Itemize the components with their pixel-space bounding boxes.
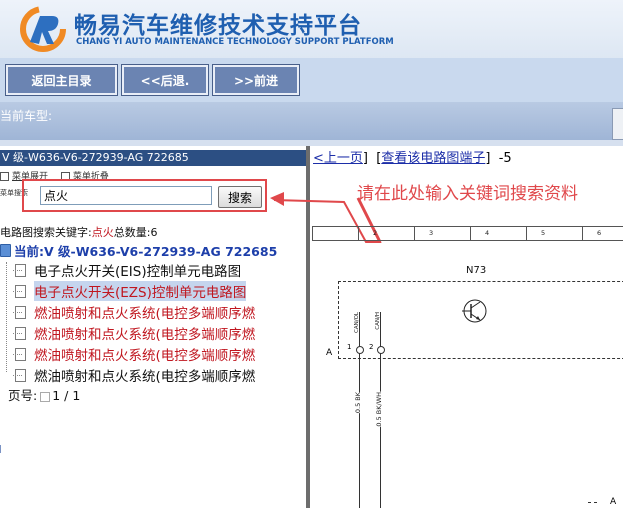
vehicle-select[interactable] — [612, 108, 623, 140]
vehicle-label: 当前车型: — [0, 109, 53, 123]
pin1-number: 1 — [347, 343, 352, 351]
component-label: N73 — [466, 265, 487, 276]
annotation-text: 请在此处输入关键词搜索资料 — [357, 184, 578, 204]
app-title: 畅易汽车维修技术支持平台 — [74, 13, 362, 39]
ruler-tick — [312, 227, 327, 240]
tree-item[interactable]: 燃油喷射和点火系统(电控多端顺序燃 — [12, 365, 304, 385]
wire1-label: 0.5 BK — [354, 392, 362, 414]
search-highlight-box — [22, 179, 267, 212]
pin2-number: 2 — [369, 343, 374, 351]
search-result-summary: 电路图搜索关键字:点火总数量:6 — [0, 224, 157, 240]
transistor-icon — [462, 299, 487, 323]
forward-button[interactable]: >>前进 — [212, 64, 300, 96]
pager-value: 1 / 1 — [52, 388, 81, 403]
terminal-link[interactable]: 查看该电路图端子 — [381, 151, 485, 166]
tree-item[interactable]: 燃油喷射和点火系统(电控多端顺序燃 — [12, 344, 304, 364]
folder-icon — [0, 244, 11, 257]
current-model-label: 当前:V 级-W636-V6-272939-AG 722685 — [14, 244, 278, 259]
page-number: -5 — [498, 151, 512, 166]
grid-marker: A — [610, 497, 617, 507]
logo-icon — [20, 6, 66, 52]
ruler-tick: 3 — [414, 227, 433, 240]
pin1-name: CAN/OL — [354, 312, 360, 333]
tree-item-label: 燃油喷射和点火系统(电控多端顺序燃 — [34, 348, 256, 364]
tree-item-label: 电子点火开关(EIS)控制单元电路图 — [34, 264, 242, 280]
diagram-ruler: 2 3 4 5 6 — [312, 226, 623, 241]
wire2-label: 0.5 BK/WH — [375, 392, 383, 427]
pin1-connector — [356, 346, 364, 354]
ruler-tick: 5 — [526, 227, 545, 240]
tree-connector — [6, 262, 7, 372]
app-subtitle: CHANG YI AUTO MAINTENANCE TECHNOLOGY SUP… — [76, 37, 394, 47]
tree-item-label: 电子点火开关(EZS)控制单元电路图 — [34, 281, 247, 301]
grid-marker: A — [326, 348, 333, 358]
scroll-mark — [0, 445, 1, 453]
result-keyword: 点火 — [91, 226, 114, 239]
tree-item[interactable]: 电子点火开关(EIS)控制单元电路图 — [12, 260, 304, 280]
model-header: V 级-W636-V6-272939-AG 722685 — [0, 150, 306, 166]
tree-item[interactable]: 燃油喷射和点火系统(电控多端顺序燃 — [12, 323, 304, 343]
prev-page-link[interactable]: <上一页 — [313, 151, 363, 166]
current-model[interactable]: 当前:V 级-W636-V6-272939-AG 722685 — [0, 241, 277, 260]
tree-item-selected[interactable]: 电子点火开关(EZS)控制单元电路图 — [12, 281, 304, 301]
result-count-label: 总数量: — [113, 226, 151, 239]
dashed-mark — [588, 502, 597, 503]
home-button[interactable]: 返回主目录 — [5, 64, 118, 96]
pin2-connector — [377, 346, 385, 354]
expand-icon[interactable] — [0, 172, 9, 181]
pager-checkbox-icon[interactable] — [40, 391, 51, 402]
pager-label: 页号: — [8, 388, 38, 403]
tree-item-label: 燃油喷射和点火系统(电控多端顺序燃 — [34, 369, 256, 385]
tree-item-label: 燃油喷射和点火系统(电控多端顺序燃 — [34, 327, 256, 343]
pager: 页号: 1 / 1 — [8, 385, 80, 404]
pin2-name: CAN/H — [375, 312, 381, 330]
vehicle-bar — [0, 102, 623, 140]
result-prefix: 电路图搜索关键字: — [0, 226, 92, 239]
ruler-tick: 4 — [470, 227, 489, 240]
ruler-tick: 6 — [582, 227, 601, 240]
back-button[interactable]: <<后退. — [121, 64, 209, 96]
tree-item[interactable]: 燃油喷射和点火系统(电控多端顺序燃 — [12, 302, 304, 322]
diagram-nav: <上一页] [查看该电路图端子] -5 — [313, 151, 512, 166]
tree-item-label: 燃油喷射和点火系统(电控多端顺序燃 — [34, 306, 256, 322]
ruler-tick: 2 — [358, 227, 377, 240]
result-count: 6 — [150, 226, 158, 239]
